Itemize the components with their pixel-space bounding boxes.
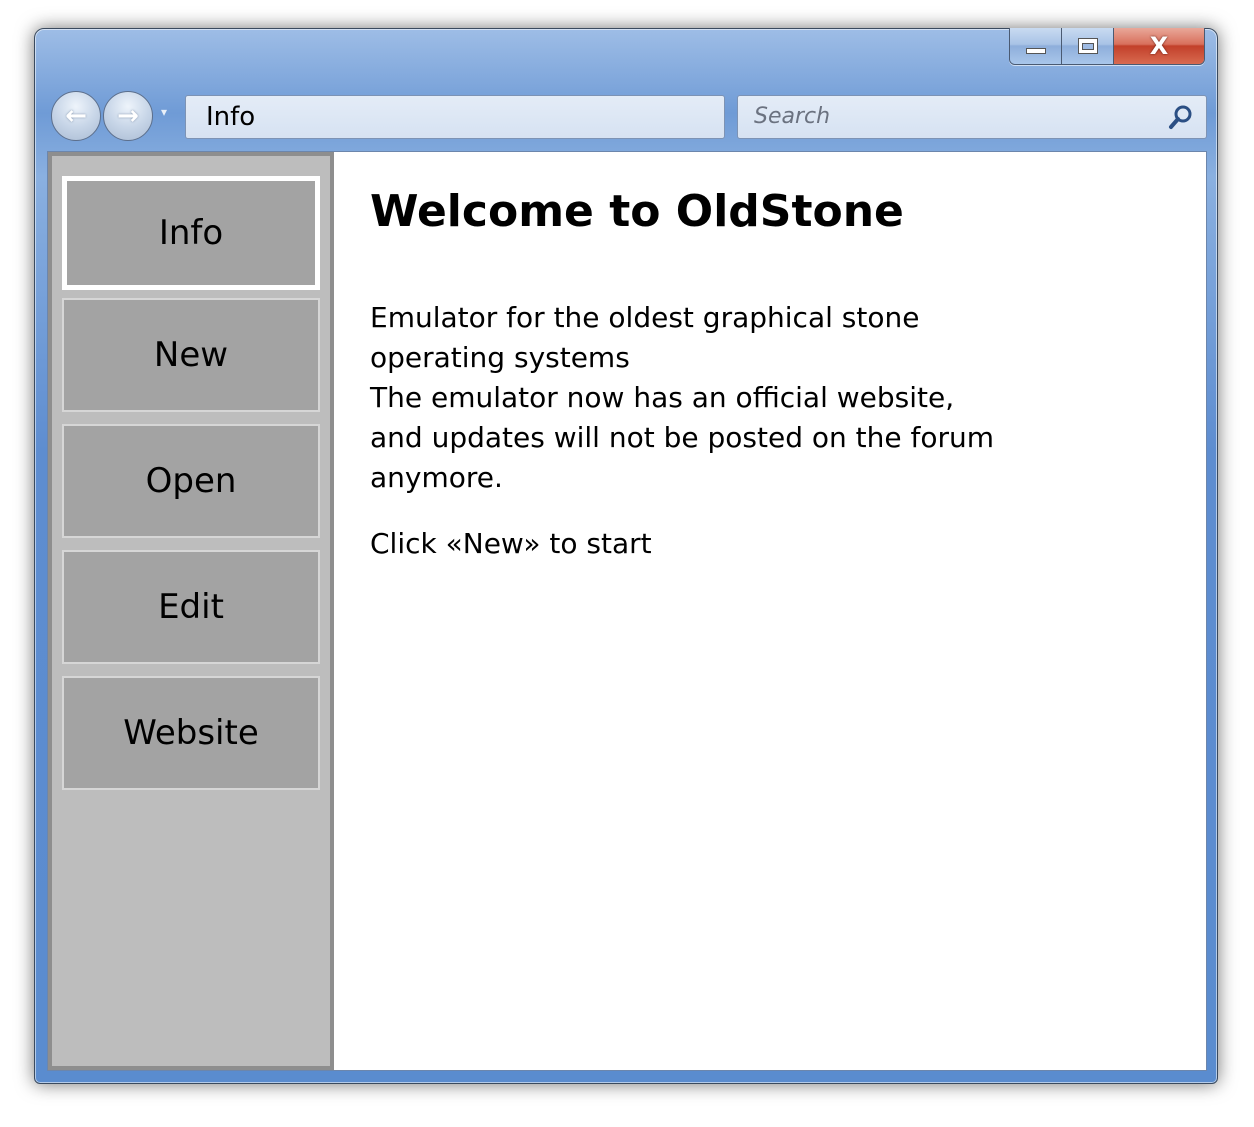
navigation-buttons: ← → ▾ <box>51 91 181 143</box>
recent-pages-dropdown[interactable]: ▾ <box>161 105 167 119</box>
sidebar: Info New Open Edit Website <box>48 152 334 1070</box>
main-content: Welcome to OldStone Emulator for the old… <box>370 182 1170 564</box>
caption-buttons: X <box>1009 28 1205 65</box>
sidebar-item-edit[interactable]: Edit <box>62 550 320 664</box>
sidebar-item-open[interactable]: Open <box>62 424 320 538</box>
start-hint: Click «New» to start <box>370 527 652 560</box>
maximize-button[interactable] <box>1062 28 1114 64</box>
arrow-right-icon: → <box>117 101 139 131</box>
search-input[interactable]: Search <box>737 95 1207 139</box>
sidebar-item-new[interactable]: New <box>62 298 320 412</box>
back-button[interactable]: ← <box>51 91 101 141</box>
minimize-button[interactable] <box>1010 28 1062 64</box>
description-text: Emulator for the oldest graphical stone … <box>370 298 1010 498</box>
minimize-icon <box>1025 48 1046 54</box>
search-placeholder: Search <box>754 104 831 129</box>
address-bar[interactable]: Info <box>185 95 725 139</box>
sidebar-item-website[interactable]: Website <box>62 676 320 790</box>
forward-button[interactable]: → <box>103 91 153 141</box>
app-window: X ← → ▾ Info Search Info New Open Edit W… <box>34 28 1218 1084</box>
arrow-left-icon: ← <box>65 101 87 131</box>
close-button[interactable]: X <box>1114 28 1204 64</box>
sidebar-item-info[interactable]: Info <box>62 176 320 290</box>
search-icon[interactable] <box>1168 104 1194 130</box>
page-title: Welcome to OldStone <box>370 186 904 237</box>
close-icon: X <box>1149 32 1169 60</box>
maximize-icon <box>1077 38 1098 54</box>
client-area: Info New Open Edit Website Welcome to Ol… <box>47 151 1207 1071</box>
description-paragraph: Emulator for the oldest graphical stone … <box>370 301 995 494</box>
